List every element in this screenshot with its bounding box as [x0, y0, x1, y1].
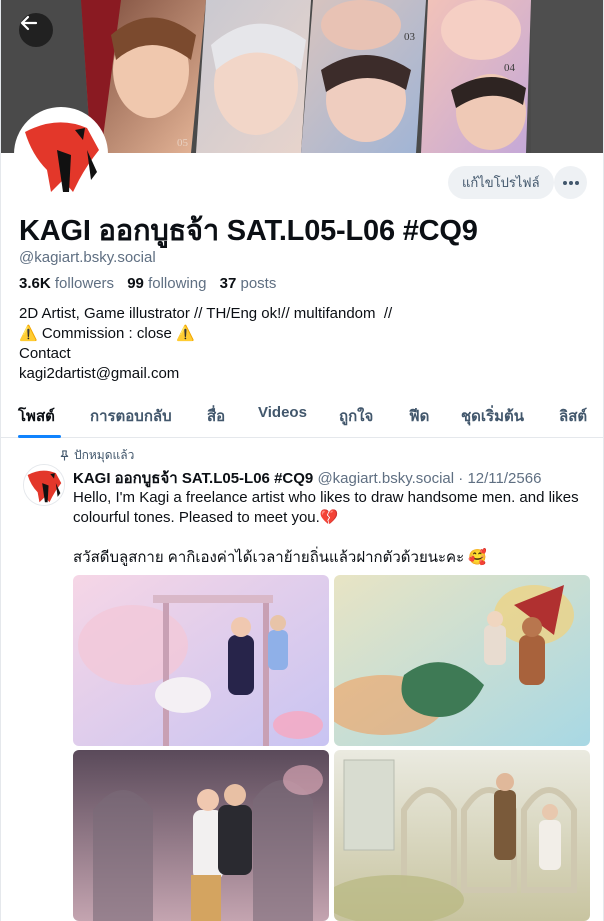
post-image-4[interactable] [334, 750, 590, 921]
post-image-1[interactable] [73, 575, 329, 746]
post-body: Hello, I'm Kagi a freelance artist who l… [73, 488, 583, 568]
profile-tabs: โพสต์ การตอบกลับ สื่อ Videos ถูกใจ ฟีด ช… [1, 396, 603, 438]
svg-text:03: 03 [404, 31, 416, 43]
following-label: following [148, 275, 207, 292]
garden-artwork [334, 750, 590, 921]
post-image-gallery [73, 575, 590, 921]
more-options-button[interactable] [554, 166, 587, 199]
tab-videos[interactable]: Videos [258, 404, 307, 421]
carousel-artwork [73, 575, 329, 746]
posts-stat: 37 posts [220, 275, 277, 292]
post-text-line: สวัสดีบลูสกาย คากิเองค่าได้เวลาย้ายถิ่นแ… [73, 549, 487, 566]
pin-icon [60, 450, 69, 461]
following-count: 99 [127, 275, 144, 292]
back-button[interactable] [19, 13, 53, 47]
post-author-handle[interactable]: @kagiart.bsky.social [317, 470, 454, 487]
profile-stats: 3.6K followers 99 following 37 posts [19, 275, 276, 292]
post-header: KAGI ออกบูธจ้า SAT.L05-L06 #CQ9 @kagiart… [73, 466, 541, 490]
avatar-image [17, 110, 105, 198]
post-author-avatar[interactable] [23, 464, 65, 506]
post-date[interactable]: 12/11/2566 [467, 470, 541, 487]
avatar-image [24, 465, 64, 505]
profile-bio: 2D Artist, Game illustrator // TH/Eng ok… [19, 305, 393, 382]
profile-handle: @kagiart.bsky.social [19, 249, 156, 266]
profile-page: 03 04 05 แก้ไขโปรไฟล์ KAGI ออกบูธจ้า SAT… [0, 0, 604, 921]
tab-starter-packs[interactable]: ชุดเริ่มต้น [461, 404, 524, 428]
tab-likes[interactable]: ถูกใจ [339, 404, 373, 428]
edit-profile-button[interactable]: แก้ไขโปรไฟล์ [448, 166, 554, 199]
tab-posts[interactable]: โพสต์ [18, 404, 55, 428]
post-image-3[interactable] [73, 750, 329, 921]
pinned-label: ปักหมุดแล้ว [74, 448, 135, 462]
fantasy-artwork [334, 575, 590, 746]
followers-link[interactable]: 3.6K followers [19, 275, 114, 292]
tab-media[interactable]: สื่อ [207, 404, 225, 428]
tab-replies[interactable]: การตอบกลับ [90, 404, 172, 428]
arrow-left-icon [20, 15, 38, 31]
post-meta-separator: · [454, 470, 468, 487]
posts-label: posts [240, 275, 277, 292]
post-author-name[interactable]: KAGI ออกบูธจ้า SAT.L05-L06 #CQ9 [73, 470, 313, 487]
post-image-2[interactable] [334, 575, 590, 746]
followers-count: 3.6K [19, 275, 51, 292]
svg-text:05: 05 [177, 137, 189, 149]
followers-label: followers [54, 275, 115, 292]
ellipsis-icon [562, 180, 579, 185]
svg-text:04: 04 [504, 62, 516, 74]
tab-feeds[interactable]: ฟีด [409, 404, 429, 428]
post-text-spacer [73, 528, 583, 548]
gothic-artwork [73, 750, 329, 921]
profile-avatar[interactable] [14, 107, 108, 201]
following-link[interactable]: 99 following [127, 275, 206, 292]
profile-display-name: KAGI ออกบูธจ้า SAT.L05-L06 #CQ9 [19, 215, 478, 247]
posts-count: 37 [219, 275, 237, 292]
post-text-line: Hello, I'm Kagi a freelance artist who l… [73, 489, 579, 526]
active-tab-indicator [18, 435, 61, 438]
pinned-indicator: ปักหมุดแล้ว [59, 446, 134, 465]
tab-lists[interactable]: ลิสต์ [559, 404, 587, 428]
